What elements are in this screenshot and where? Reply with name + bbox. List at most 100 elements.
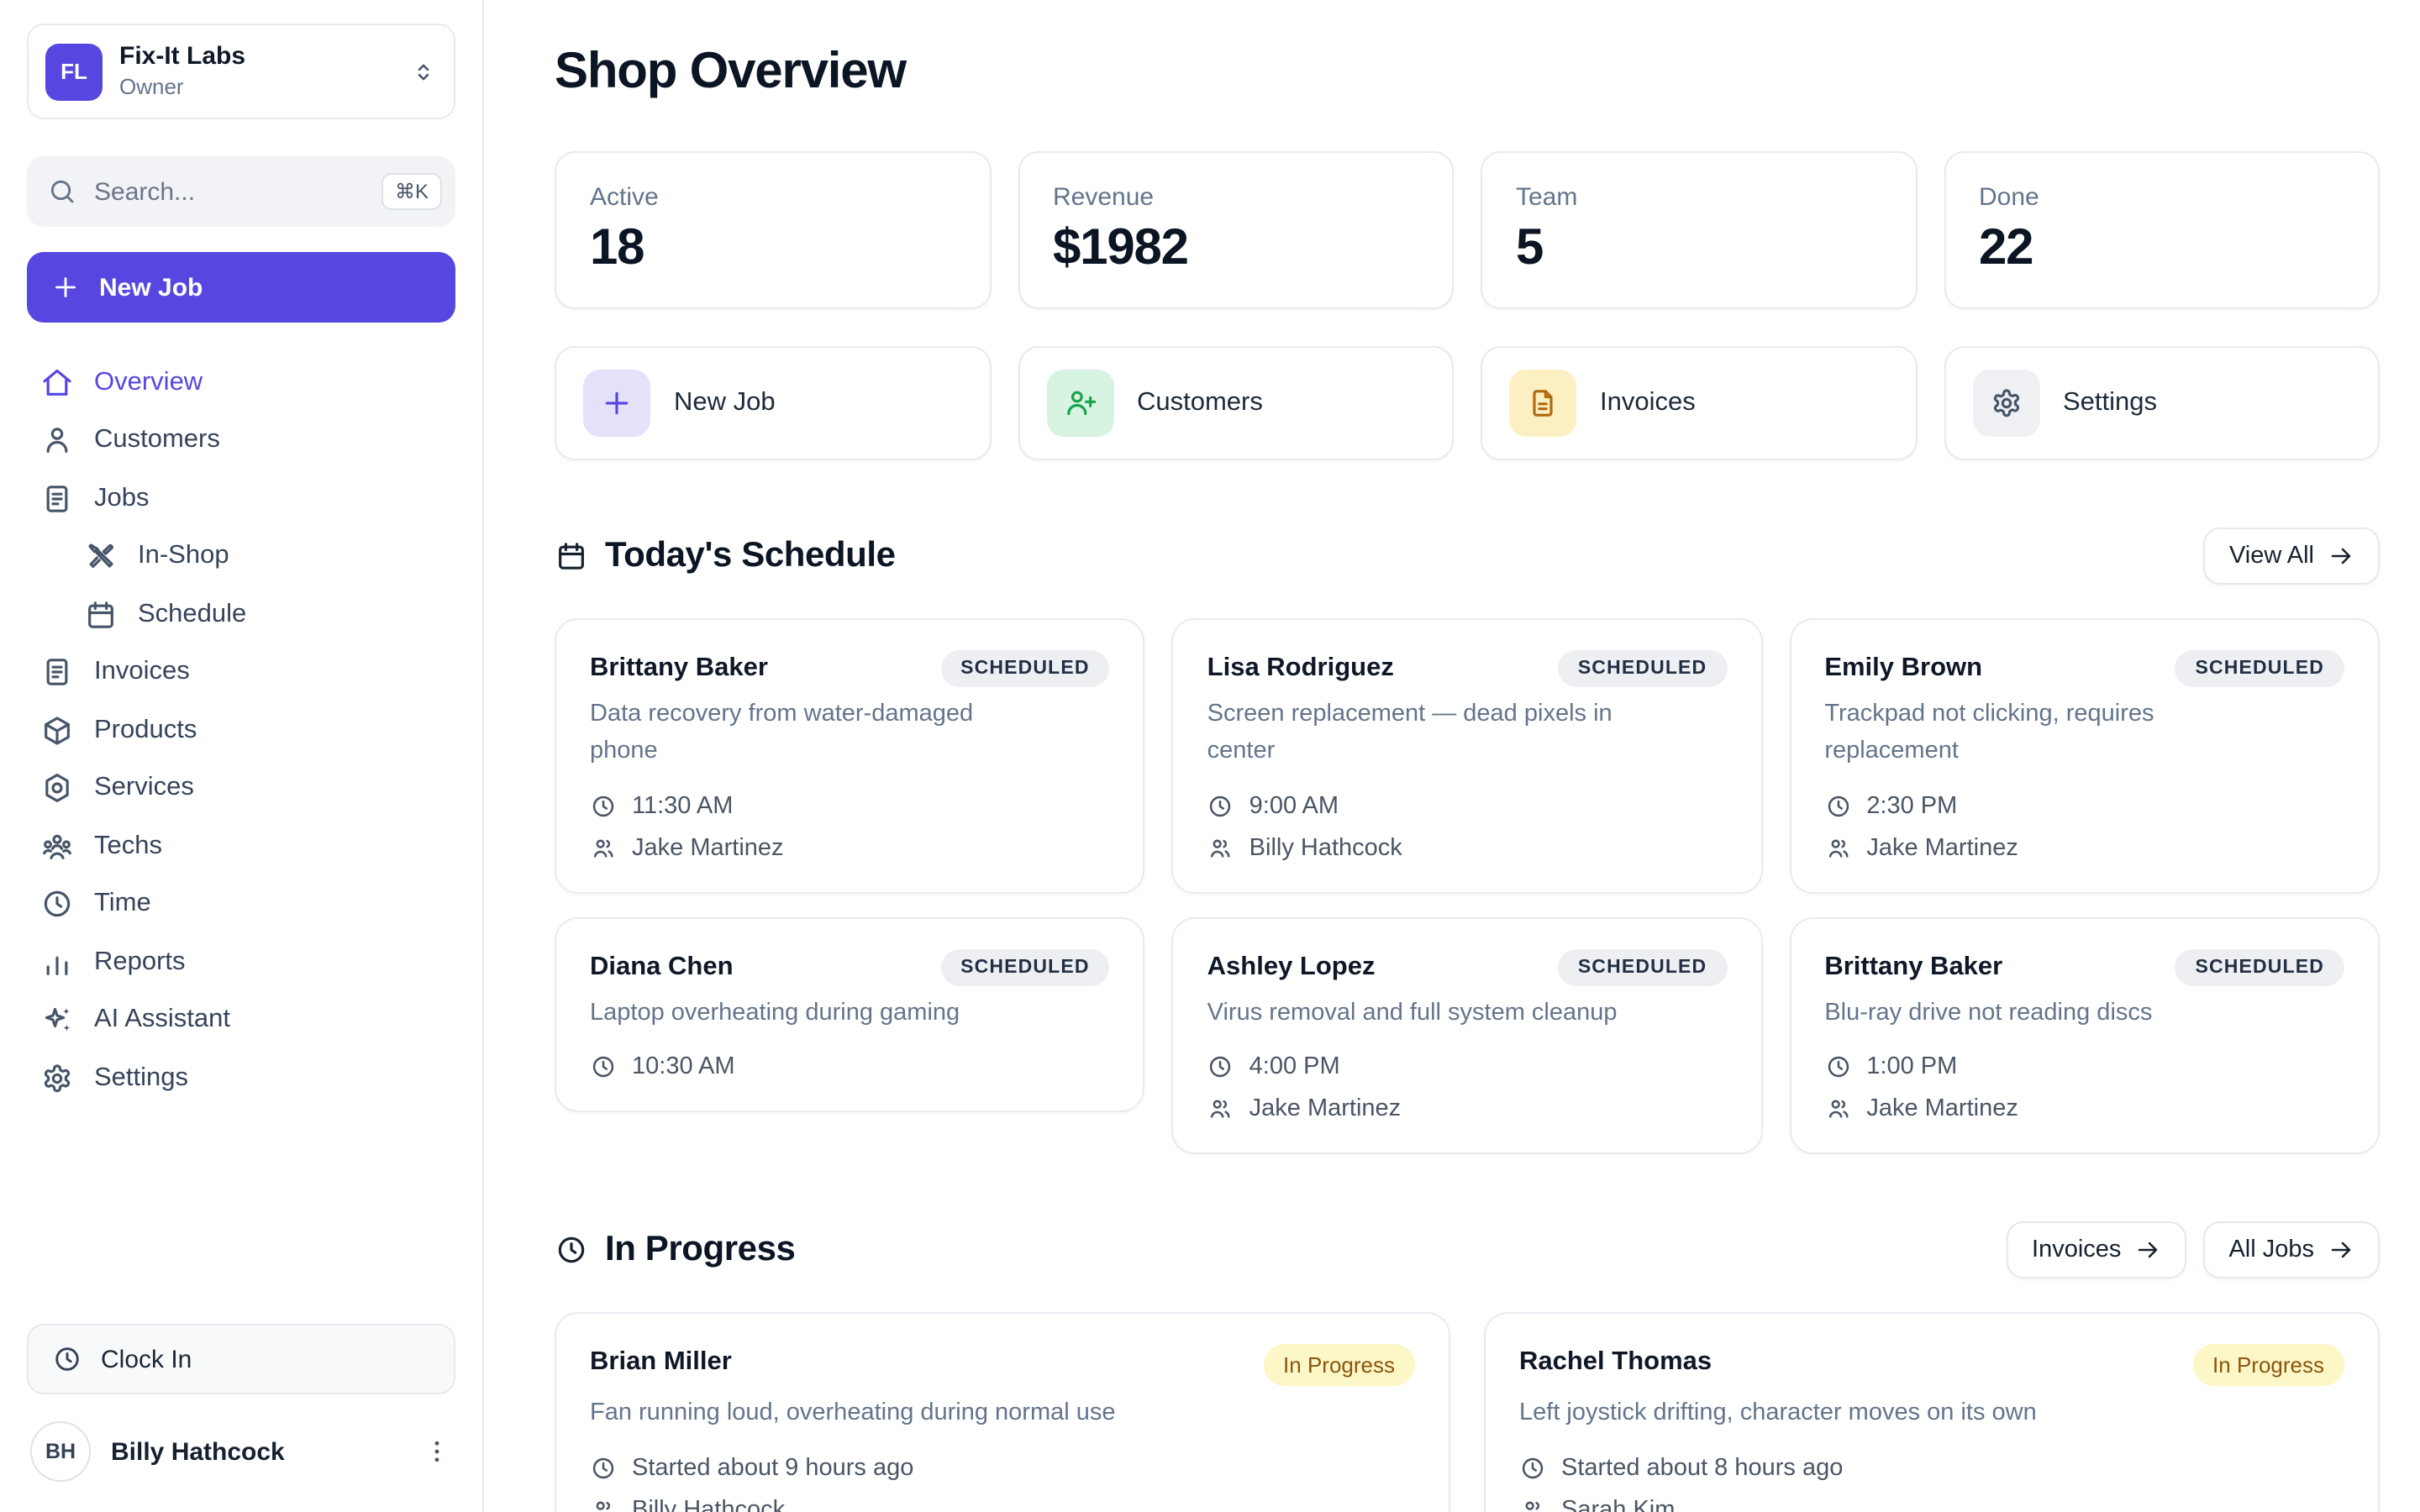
people-icon	[1824, 1096, 1851, 1123]
schedule-card[interactable]: Brittany Baker SCHEDULED Blu-ray drive n…	[1789, 916, 2380, 1155]
job-tech: Jake Martinez	[1866, 834, 2018, 861]
in-progress-buttons: Invoices All Jobs	[2007, 1222, 2380, 1279]
job-time-row: 4:00 PM	[1207, 1054, 1728, 1081]
clock-icon	[1824, 1054, 1851, 1081]
schedule-card[interactable]: Ashley Lopez SCHEDULED Virus removal and…	[1172, 916, 1763, 1155]
stat-value: 22	[1979, 220, 2344, 277]
sidebar-item-ai-assistant[interactable]: AI Assistant	[27, 994, 455, 1046]
sidebar-item-techs[interactable]: Techs	[27, 820, 455, 872]
customer-name: Ashley Lopez	[1207, 948, 1376, 982]
sidebar-nav-item-label: Schedule	[138, 599, 246, 629]
all-jobs-button[interactable]: All Jobs	[2203, 1222, 2380, 1279]
search-input[interactable]	[94, 177, 365, 206]
quick-action-new-job[interactable]: New Job	[555, 346, 991, 460]
sidebar-item-invoices[interactable]: Invoices	[27, 646, 455, 698]
quick-action-label: New Job	[674, 388, 776, 418]
sidebar-nav-item-label: Products	[94, 715, 197, 745]
quick-action-tile	[1509, 370, 1576, 437]
customer-name: Brittany Baker	[590, 650, 768, 684]
stat-label: Team	[1516, 183, 1881, 212]
status-badge: SCHEDULED	[2175, 650, 2345, 687]
stat-card-active: Active 18	[555, 151, 991, 309]
quick-action-customers[interactable]: Customers	[1018, 346, 1454, 460]
sidebar-nav-item-label: In-Shop	[138, 541, 229, 571]
clock-icon	[590, 1455, 617, 1482]
view-all-label: View All	[2229, 543, 2314, 570]
job-tech-row: Jake Martinez	[1207, 1096, 1728, 1123]
job-description: Screen replacement — dead pixels in cent…	[1207, 697, 1631, 770]
new-job-button[interactable]: New Job	[27, 252, 455, 323]
clock-icon	[555, 1234, 588, 1268]
job-started-row: Started about 8 hours ago	[1519, 1455, 2344, 1482]
arrow-right-icon	[2328, 1237, 2354, 1264]
clock-icon	[40, 887, 74, 921]
invoice-file-icon	[1526, 386, 1560, 420]
status-badge: SCHEDULED	[1558, 948, 1728, 985]
user-name: Billy Hathcock	[111, 1437, 285, 1466]
quick-action-tile	[1046, 370, 1113, 437]
job-started: Started about 9 hours ago	[632, 1455, 913, 1482]
search-box[interactable]: ⌘K	[27, 156, 455, 227]
sidebar-item-in-shop[interactable]: In-Shop	[27, 530, 455, 582]
in-progress-card[interactable]: Rachel Thomas In Progress Left joystick …	[1484, 1313, 2380, 1512]
sidebar-item-customers[interactable]: Customers	[27, 414, 455, 466]
kebab-menu-icon[interactable]	[422, 1436, 452, 1467]
page-title: Shop Overview	[555, 44, 2380, 101]
schedule-card[interactable]: Emily Brown SCHEDULED Trackpad not click…	[1789, 618, 2380, 893]
avatar: BH	[30, 1421, 91, 1482]
sidebar-item-services[interactable]: Services	[27, 762, 455, 814]
all-jobs-button-label: All Jobs	[2228, 1237, 2314, 1264]
schedule-card[interactable]: Diana Chen SCHEDULED Laptop overheating …	[555, 916, 1145, 1113]
sidebar-item-products[interactable]: Products	[27, 704, 455, 756]
job-card-header: Brittany Baker SCHEDULED	[590, 650, 1110, 687]
customer-name: Rachel Thomas	[1519, 1345, 1712, 1378]
sidebar-nav-item-label: Overview	[94, 367, 203, 397]
schedule-card[interactable]: Lisa Rodriguez SCHEDULED Screen replacem…	[1172, 618, 1763, 893]
search-shortcut-badge: ⌘K	[381, 173, 442, 210]
sidebar: FL Fix-It Labs Owner ⌘K New Job Overview…	[0, 0, 484, 1512]
job-tech-row: Jake Martinez	[1824, 1096, 2344, 1123]
org-switcher[interactable]: FL Fix-It Labs Owner	[27, 24, 455, 119]
job-card-header: Diana Chen SCHEDULED	[590, 948, 1110, 985]
sidebar-item-time[interactable]: Time	[27, 878, 455, 930]
sidebar-item-settings[interactable]: Settings	[27, 1052, 455, 1104]
status-badge: SCHEDULED	[1558, 650, 1728, 687]
in-progress-section-header: In Progress Invoices All Jobs	[555, 1222, 2380, 1279]
sidebar-item-schedule[interactable]: Schedule	[27, 588, 455, 640]
job-tech-row: Sarah Kim	[1519, 1497, 2344, 1512]
job-card-header: Lisa Rodriguez SCHEDULED	[1207, 650, 1728, 687]
job-card-header: Brittany Baker SCHEDULED	[1824, 948, 2344, 985]
search-icon	[47, 176, 77, 207]
invoices-button[interactable]: Invoices	[2007, 1222, 2186, 1279]
stat-label: Done	[1979, 183, 2344, 212]
quick-action-invoices[interactable]: Invoices	[1481, 346, 1917, 460]
people-icon	[590, 1497, 617, 1512]
job-card-header: Ashley Lopez SCHEDULED	[1207, 948, 1728, 985]
in-progress-card[interactable]: Brian Miller In Progress Fan running lou…	[555, 1313, 1450, 1512]
sidebar-item-overview[interactable]: Overview	[27, 356, 455, 408]
job-tech: Jake Martinez	[1249, 1096, 1402, 1123]
job-tech: Billy Hathcock	[1249, 834, 1402, 861]
job-time: 9:00 AM	[1249, 792, 1339, 819]
chevrons-up-down-icon	[410, 58, 437, 85]
in-progress-grid: Brian Miller In Progress Fan running lou…	[555, 1313, 2380, 1512]
quick-action-settings[interactable]: Settings	[1944, 346, 2380, 460]
job-description: Trackpad not clicking, requires replacem…	[1824, 697, 2248, 770]
gear-icon	[40, 1061, 74, 1095]
job-description: Laptop overheating during gaming	[590, 995, 1013, 1032]
clock-in-button[interactable]: Clock In	[27, 1324, 455, 1394]
package-icon	[40, 713, 74, 747]
sidebar-item-reports[interactable]: Reports	[27, 936, 455, 988]
clock-icon	[590, 792, 617, 819]
in-progress-section: In Progress Invoices All Jobs Brian Mill…	[555, 1222, 2380, 1512]
job-tech: Jake Martinez	[1866, 1096, 2018, 1123]
job-time-row: 1:00 PM	[1824, 1054, 2344, 1081]
sidebar-item-jobs[interactable]: Jobs	[27, 472, 455, 524]
view-all-button[interactable]: View All	[2204, 528, 2380, 585]
stat-card-revenue: Revenue $1982	[1018, 151, 1454, 309]
schedule-card[interactable]: Brittany Baker SCHEDULED Data recovery f…	[555, 618, 1145, 893]
clock-icon	[1207, 792, 1234, 819]
job-time-row: 2:30 PM	[1824, 792, 2344, 819]
customer-name: Brittany Baker	[1824, 948, 2002, 982]
quick-actions-row: New Job Customers Invoices Settings	[555, 346, 2380, 460]
